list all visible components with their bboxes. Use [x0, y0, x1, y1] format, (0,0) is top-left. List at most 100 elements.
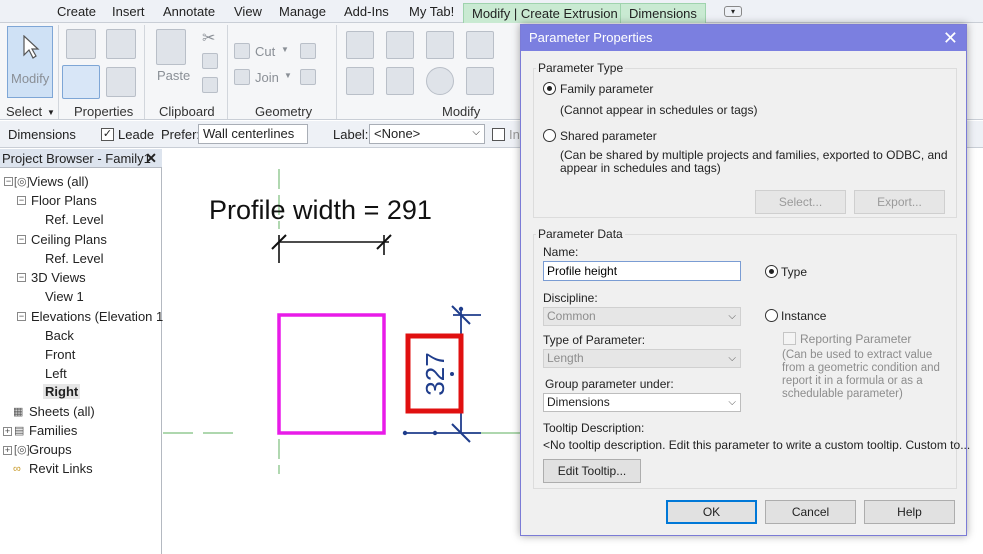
- tree-item-back[interactable]: Back: [45, 328, 74, 343]
- mirror-axis-icon[interactable]: [426, 31, 454, 59]
- family-parameter-label[interactable]: Family parameter: [560, 82, 653, 96]
- offset-icon[interactable]: [386, 31, 414, 59]
- label-dropdown[interactable]: <None> ⌵: [369, 124, 485, 144]
- parameter-data-title: Parameter Data: [536, 227, 625, 241]
- tree-item-families[interactable]: Families: [29, 423, 77, 438]
- paste-icon[interactable]: [156, 29, 186, 65]
- align-icon[interactable]: [346, 31, 374, 59]
- instance-parameter-checkbox[interactable]: [492, 128, 505, 141]
- tree-item-revit-links[interactable]: Revit Links: [29, 461, 93, 476]
- tree-item-groups[interactable]: Groups: [29, 442, 72, 457]
- dialog-title-bar[interactable]: Parameter Properties ✕: [521, 25, 966, 51]
- tree-item-elevations[interactable]: Elevations (Elevation 1): [31, 309, 168, 324]
- instance-label[interactable]: Instance: [781, 309, 826, 323]
- height-dimension-value[interactable]: 327: [420, 351, 450, 397]
- join-geometry-icon[interactable]: [234, 69, 250, 85]
- grip-point[interactable]: [432, 430, 438, 436]
- tree-item-views[interactable]: Views (all): [29, 174, 89, 189]
- cut-clipboard-icon[interactable]: ✂: [202, 28, 215, 48]
- project-browser: Project Browser - Family1 ✕ − [◎] Views …: [0, 149, 168, 554]
- tab-manage[interactable]: Manage: [279, 4, 326, 19]
- type-radio[interactable]: [765, 265, 778, 278]
- ok-button[interactable]: OK: [666, 500, 757, 524]
- tab-modify-create-extrusion[interactable]: Modify | Create Extrusion: [463, 3, 627, 23]
- sheets-icon: ▦: [13, 406, 24, 418]
- copy-icon[interactable]: [202, 53, 218, 69]
- copy-element-icon[interactable]: [386, 67, 414, 95]
- tree-item-3d-views[interactable]: 3D Views: [31, 270, 86, 285]
- tab-create[interactable]: Create: [57, 4, 96, 19]
- shared-parameter-label[interactable]: Shared parameter: [560, 129, 657, 143]
- tree-item-view-1[interactable]: View 1: [45, 289, 84, 304]
- cut-geometry-icon[interactable]: [234, 43, 250, 59]
- ribbon-minimize-icon[interactable]: ▾: [724, 6, 742, 17]
- discipline-value: Common: [547, 309, 596, 323]
- family-parameter-radio[interactable]: [543, 82, 556, 95]
- expand-icon[interactable]: +: [3, 446, 12, 455]
- select-button[interactable]: Select...: [755, 190, 846, 214]
- panel-select-label[interactable]: Select: [6, 104, 42, 119]
- split-face-icon[interactable]: [300, 43, 316, 59]
- tree-item-ceiling-ref-level[interactable]: Ref. Level: [45, 251, 104, 266]
- join-dropdown-icon[interactable]: ▼: [284, 71, 292, 80]
- collapse-icon[interactable]: −: [17, 312, 26, 321]
- discipline-dropdown[interactable]: Common ⌵: [543, 307, 741, 326]
- select-dropdown-icon[interactable]: ▼: [47, 108, 55, 117]
- match-properties-icon[interactable]: [202, 77, 218, 93]
- tree-item-floor-ref-level[interactable]: Ref. Level: [45, 212, 104, 227]
- tab-insert[interactable]: Insert: [112, 4, 145, 19]
- rotate-icon[interactable]: [426, 67, 454, 95]
- type-label[interactable]: Type: [781, 265, 807, 279]
- dimension-text-grip[interactable]: [450, 372, 454, 376]
- trim-icon[interactable]: [466, 67, 494, 95]
- drawing-canvas[interactable]: Profile width = 291 327: [163, 149, 523, 554]
- tree-item-left[interactable]: Left: [45, 366, 67, 381]
- tab-annotate[interactable]: Annotate: [163, 4, 215, 19]
- modify-button[interactable]: Modify: [7, 26, 53, 98]
- grip-point[interactable]: [458, 306, 464, 312]
- mirror-draw-icon[interactable]: [466, 31, 494, 59]
- tab-my-tab[interactable]: My Tab!: [409, 4, 454, 19]
- reporting-parameter-checkbox[interactable]: [783, 332, 796, 345]
- prefer-dropdown[interactable]: Wall centerlines: [198, 124, 308, 144]
- tree-item-right[interactable]: Right: [43, 384, 81, 399]
- profile-rectangle[interactable]: [277, 313, 386, 435]
- family-types-icon[interactable]: [66, 29, 96, 59]
- move-icon[interactable]: [346, 67, 374, 95]
- type-of-parameter-dropdown[interactable]: Length ⌵: [543, 349, 741, 368]
- help-button[interactable]: Help: [864, 500, 955, 524]
- expand-icon[interactable]: +: [3, 427, 12, 436]
- panel-divider: [58, 25, 59, 119]
- profile-width-label[interactable]: Profile width = 291: [209, 195, 432, 226]
- paste-label: Paste: [157, 68, 191, 83]
- edit-tooltip-button[interactable]: Edit Tooltip...: [543, 459, 641, 483]
- tab-add-ins[interactable]: Add-Ins: [344, 4, 389, 19]
- tab-view[interactable]: View: [234, 4, 262, 19]
- tree-item-floor-plans[interactable]: Floor Plans: [31, 193, 97, 208]
- collapse-icon[interactable]: −: [17, 196, 26, 205]
- collapse-icon[interactable]: −: [4, 177, 13, 186]
- tab-dimensions[interactable]: Dimensions: [620, 3, 706, 23]
- cancel-button[interactable]: Cancel: [765, 500, 856, 524]
- leader-checkbox[interactable]: ✓: [101, 128, 114, 141]
- grip-point[interactable]: [402, 430, 408, 436]
- shared-parameter-radio[interactable]: [543, 129, 556, 142]
- type-properties-icon[interactable]: [106, 67, 136, 97]
- paint-icon[interactable]: [300, 69, 316, 85]
- properties-icon[interactable]: [62, 65, 100, 99]
- family-category-icon[interactable]: [106, 29, 136, 59]
- reporting-note-2: from a geometric condition and: [782, 362, 940, 374]
- name-input[interactable]: [543, 261, 741, 281]
- collapse-icon[interactable]: −: [17, 273, 26, 282]
- close-icon[interactable]: ✕: [145, 149, 157, 168]
- group-under-dropdown[interactable]: Dimensions ⌵: [543, 393, 741, 412]
- tree-item-front[interactable]: Front: [45, 347, 75, 362]
- tree-item-ceiling-plans[interactable]: Ceiling Plans: [31, 232, 107, 247]
- close-icon[interactable]: ✕: [943, 27, 958, 49]
- export-button[interactable]: Export...: [854, 190, 945, 214]
- instance-radio[interactable]: [765, 309, 778, 322]
- tree-item-sheets[interactable]: Sheets (all): [29, 404, 95, 419]
- cut-dropdown-icon[interactable]: ▼: [281, 45, 289, 54]
- reporting-note-1: (Can be used to extract value: [782, 349, 933, 361]
- collapse-icon[interactable]: −: [17, 235, 26, 244]
